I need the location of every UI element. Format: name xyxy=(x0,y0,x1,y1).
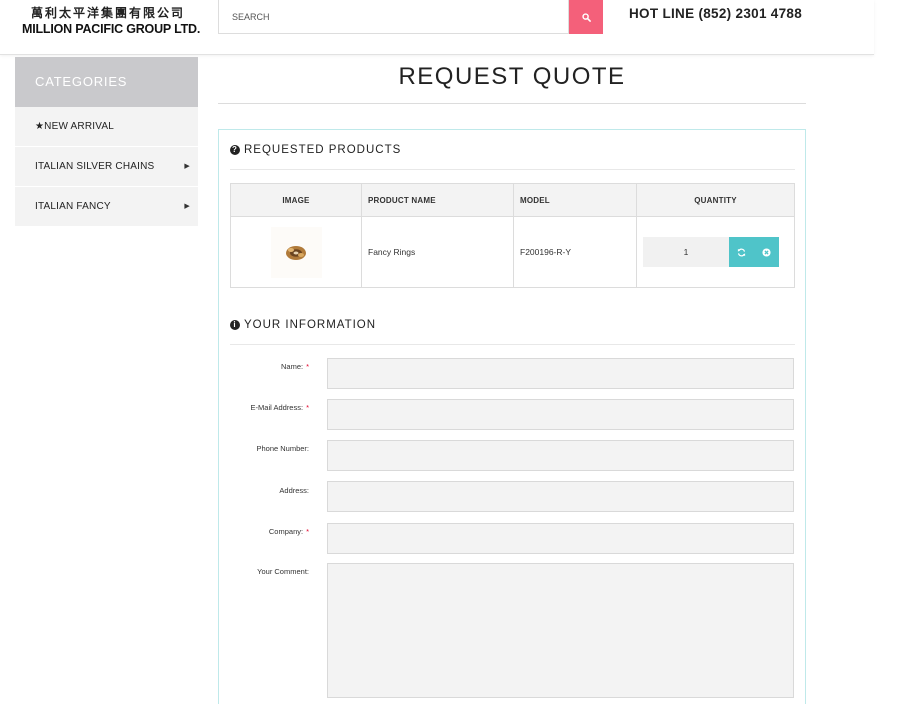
email-label: E-Mail Address: * xyxy=(251,403,309,412)
label-text: Phone Number: xyxy=(256,444,309,453)
info-circle-icon: i xyxy=(230,319,240,330)
label-text: Address: xyxy=(279,486,309,495)
products-table: IMAGE PRODUCT NAME MODEL QUANTITY Fancy … xyxy=(230,183,795,288)
remove-product-button[interactable] xyxy=(754,237,779,267)
column-header-image: IMAGE xyxy=(230,183,362,217)
search-icon xyxy=(581,12,591,22)
phone-field[interactable] xyxy=(327,440,794,471)
product-model: F200196-R-Y xyxy=(513,216,637,288)
name-label: Name: * xyxy=(281,362,309,371)
quote-panel: ? REQUESTED PRODUCTS IMAGE PRODUCT NAME … xyxy=(218,129,806,704)
section-title-text: REQUESTED PRODUCTS xyxy=(244,143,402,156)
phone-label: Phone Number: xyxy=(256,444,309,453)
label-text: Name: xyxy=(280,362,304,371)
required-marker: * xyxy=(306,362,309,371)
label-text: Your Comment: xyxy=(257,567,309,576)
hotline-text: HOT LINE (852) 2301 4788 xyxy=(629,6,803,21)
caret-right-icon: ▶ xyxy=(184,163,190,170)
required-marker: * xyxy=(306,527,309,536)
sidebar-item-label: ★NEW ARRIVAL xyxy=(35,121,114,132)
address-label: Address: xyxy=(279,486,309,495)
sidebar-item-label: ITALIAN SILVER CHAINS xyxy=(35,161,155,172)
remove-circle-icon xyxy=(762,247,771,257)
categories-header: CATEGORIES xyxy=(15,57,198,107)
search-input[interactable] xyxy=(219,0,568,33)
update-quantity-button[interactable] xyxy=(729,237,754,267)
search-box xyxy=(218,0,569,34)
sidebar-item-new-arrival[interactable]: ★NEW ARRIVAL xyxy=(15,107,198,147)
section-title-text: YOUR INFORMATION xyxy=(244,318,377,331)
comment-label: Your Comment: xyxy=(257,567,309,576)
name-field[interactable] xyxy=(327,358,794,389)
quantity-group xyxy=(643,237,794,267)
label-text: E-Mail Address: xyxy=(250,403,304,412)
site-header: 萬利太平洋集團有限公司 MILLION PACIFIC GROUP LTD. H… xyxy=(0,0,874,55)
required-marker: * xyxy=(306,403,309,412)
requested-products-heading: ? REQUESTED PRODUCTS xyxy=(230,130,795,170)
logo[interactable]: 萬利太平洋集團有限公司 MILLION PACIFIC GROUP LTD. xyxy=(22,4,201,36)
company-field[interactable] xyxy=(327,523,794,554)
question-circle-icon: ? xyxy=(230,144,240,155)
refresh-icon xyxy=(737,248,746,256)
page-title: REQUEST QUOTE xyxy=(218,58,806,104)
sidebar-item-label: ITALIAN FANCY xyxy=(35,201,111,212)
logo-chinese-text: 萬利太平洋集團有限公司 xyxy=(31,6,186,20)
quantity-input[interactable] xyxy=(643,237,729,267)
company-label: Company: * xyxy=(269,527,309,536)
label-text: Company: xyxy=(268,527,304,536)
product-name[interactable]: Fancy Rings xyxy=(361,216,514,288)
column-header-quantity: QUANTITY xyxy=(636,183,795,217)
quantity-cell xyxy=(636,216,795,288)
email-field[interactable] xyxy=(327,399,794,430)
comment-field[interactable] xyxy=(327,563,794,698)
search-button[interactable] xyxy=(569,0,603,34)
column-header-model: MODEL xyxy=(513,183,637,217)
caret-right-icon: ▶ xyxy=(184,203,190,210)
product-thumbnail[interactable] xyxy=(270,226,322,278)
categories-sidebar: CATEGORIES ★NEW ARRIVAL ITALIAN SILVER C… xyxy=(15,57,198,227)
sidebar-item-italian-silver-chains[interactable]: ITALIAN SILVER CHAINS ▶ xyxy=(15,147,198,187)
address-field[interactable] xyxy=(327,481,794,512)
sidebar-item-italian-fancy[interactable]: ITALIAN FANCY ▶ xyxy=(15,187,198,227)
ring-product-image xyxy=(286,246,306,260)
logo-english-text: MILLION PACIFIC GROUP LTD. xyxy=(22,22,201,36)
table-row: Fancy Rings F200196-R-Y xyxy=(230,216,795,288)
product-image-cell xyxy=(230,216,362,288)
column-header-product-name: PRODUCT NAME xyxy=(361,183,514,217)
your-information-heading: i YOUR INFORMATION xyxy=(230,305,795,345)
